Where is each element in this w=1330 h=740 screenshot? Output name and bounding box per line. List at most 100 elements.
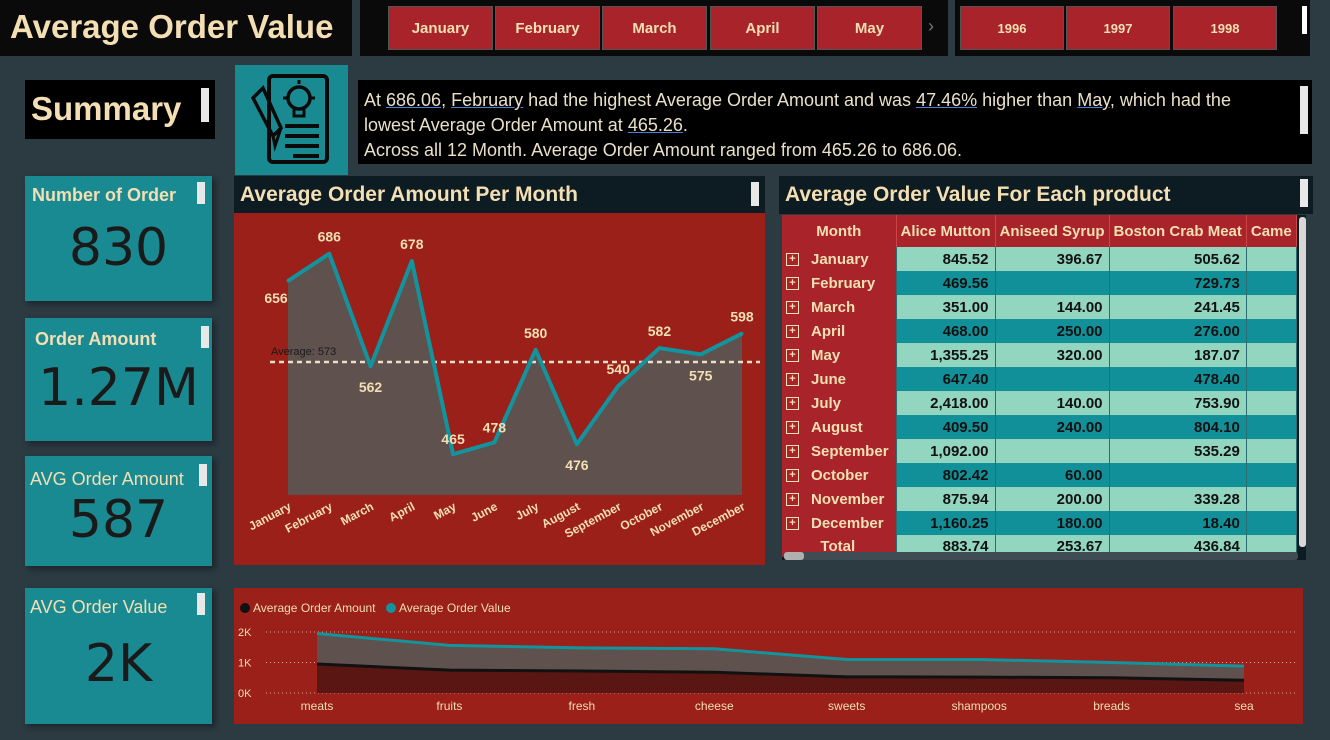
column-header[interactable]: Month	[782, 215, 897, 247]
data-point[interactable]	[699, 352, 703, 356]
column-header[interactable]: Alice Mutton	[896, 215, 996, 247]
year-button-1997[interactable]: 1997	[1066, 6, 1170, 50]
percent-diff: 47.46%	[916, 90, 978, 110]
legend-label[interactable]: Average Order Value	[399, 601, 511, 615]
legend-marker	[386, 603, 396, 613]
table-cell	[1246, 487, 1297, 511]
chevron-right-icon[interactable]: ›	[928, 16, 934, 37]
table-row: + May 1,355.25 320.00 187.07	[782, 343, 1297, 367]
table-cell: 875.94	[896, 487, 996, 511]
table-cell	[995, 271, 1110, 295]
row-header[interactable]: + October	[782, 463, 897, 487]
panel-scrollbar[interactable]	[751, 182, 759, 206]
data-point[interactable]	[616, 384, 620, 388]
x-tick-label: meats	[301, 699, 334, 713]
month-button-april[interactable]: April	[710, 6, 815, 50]
expand-icon[interactable]: +	[786, 397, 799, 411]
expand-icon[interactable]: +	[786, 421, 799, 435]
text-fragment: ,	[441, 90, 452, 110]
expand-icon[interactable]: +	[786, 469, 799, 483]
average-label: Average: 573	[271, 346, 336, 358]
expand-icon[interactable]: +	[786, 445, 799, 459]
row-header[interactable]: + June	[782, 367, 897, 391]
expand-icon[interactable]: +	[786, 277, 799, 291]
column-header[interactable]: Came	[1246, 215, 1297, 247]
table-head-row: Month Alice Mutton Aniseed Syrup Boston Cra…	[782, 215, 1297, 247]
line-chart-area: Average: 573 656 686 562 678 465 478 580 476 540…	[234, 213, 765, 565]
summary-scrollbar[interactable]	[201, 88, 209, 122]
data-point[interactable]	[451, 452, 455, 456]
data-label: 598	[730, 309, 754, 325]
data-point[interactable]	[657, 346, 661, 350]
data-point[interactable]	[286, 279, 290, 283]
kpi-value: 2K	[84, 634, 153, 694]
kpi-scrollbar[interactable]	[197, 182, 205, 204]
row-header[interactable]: + September	[782, 439, 897, 463]
kpi-scrollbar[interactable]	[199, 464, 207, 486]
expand-icon[interactable]: +	[786, 325, 799, 339]
data-label: 686	[318, 229, 342, 245]
row-header[interactable]: + January	[782, 247, 897, 271]
data-point[interactable]	[327, 252, 331, 256]
row-header[interactable]: + July	[782, 391, 897, 415]
expand-icon[interactable]: +	[786, 373, 799, 387]
row-label: February	[811, 274, 876, 292]
row-header[interactable]: + November	[782, 487, 897, 511]
panel-scrollbar[interactable]	[1300, 179, 1308, 207]
table-cell	[995, 367, 1110, 391]
month-button-may[interactable]: May	[817, 6, 922, 50]
table-row: + December 1,160.25 180.00 18.40	[782, 511, 1297, 535]
row-header[interactable]: + April	[782, 319, 897, 343]
data-label: 678	[400, 236, 424, 252]
data-point[interactable]	[740, 332, 744, 336]
table-cell: 140.00	[995, 391, 1110, 415]
kpi-card-amount: Order Amount 1.27M	[25, 318, 212, 441]
expand-icon[interactable]: +	[786, 493, 799, 507]
month-slicer: January February March April May ›	[360, 0, 948, 56]
x-tick-label: April	[387, 499, 418, 524]
row-header[interactable]: + March	[782, 295, 897, 319]
month-button-march[interactable]: March	[602, 6, 707, 50]
table-cell: 729.73	[1109, 271, 1247, 295]
x-tick-label: June	[468, 499, 500, 525]
row-header[interactable]: + May	[782, 343, 897, 367]
table-horizontal-scrollbar[interactable]	[784, 552, 1298, 560]
year-scrollbar[interactable]	[1302, 6, 1307, 34]
year-button-1998[interactable]: 1998	[1173, 6, 1277, 50]
row-label: July	[811, 394, 842, 412]
data-point[interactable]	[534, 348, 538, 352]
data-point[interactable]	[492, 440, 496, 444]
column-header[interactable]: Aniseed Syrup	[995, 215, 1110, 247]
table-row: + June 647.40 478.40	[782, 367, 1297, 391]
row-header[interactable]: + August	[782, 415, 897, 439]
table-cell	[1246, 367, 1297, 391]
table-cell: 753.90	[1109, 391, 1247, 415]
row-header[interactable]: + February	[782, 271, 897, 295]
column-header[interactable]: Boston Crab Meat	[1109, 215, 1247, 247]
expand-icon[interactable]: +	[786, 349, 799, 363]
expand-icon[interactable]: +	[786, 253, 799, 267]
row-label: January	[811, 250, 869, 268]
data-label: 478	[483, 419, 507, 435]
month-button-february[interactable]: February	[495, 6, 600, 50]
table-cell	[1109, 463, 1247, 487]
scroll-thumb[interactable]	[784, 552, 804, 560]
kpi-label: AVG Order Value	[30, 597, 168, 617]
data-point[interactable]	[369, 364, 373, 368]
table-row: + September 1,092.00 535.29	[782, 439, 1297, 463]
summary-text-scrollbar[interactable]	[1300, 86, 1308, 134]
data-point[interactable]	[575, 442, 579, 446]
row-header[interactable]: + December	[782, 511, 897, 535]
year-button-1996[interactable]: 1996	[960, 6, 1064, 50]
table-vertical-scrollbar[interactable]	[1299, 217, 1306, 547]
expand-icon[interactable]: +	[786, 301, 799, 315]
data-point[interactable]	[410, 259, 414, 263]
table-row: + January 845.52 396.67 505.62	[782, 247, 1297, 271]
month-button-january[interactable]: January	[388, 6, 493, 50]
expand-icon[interactable]: +	[786, 517, 799, 531]
legend-label[interactable]: Average Order Amount	[253, 601, 376, 615]
kpi-scrollbar[interactable]	[197, 593, 205, 615]
x-tick-label: sweets	[828, 699, 865, 713]
kpi-scrollbar[interactable]	[201, 326, 209, 348]
table-cell	[1246, 319, 1297, 343]
